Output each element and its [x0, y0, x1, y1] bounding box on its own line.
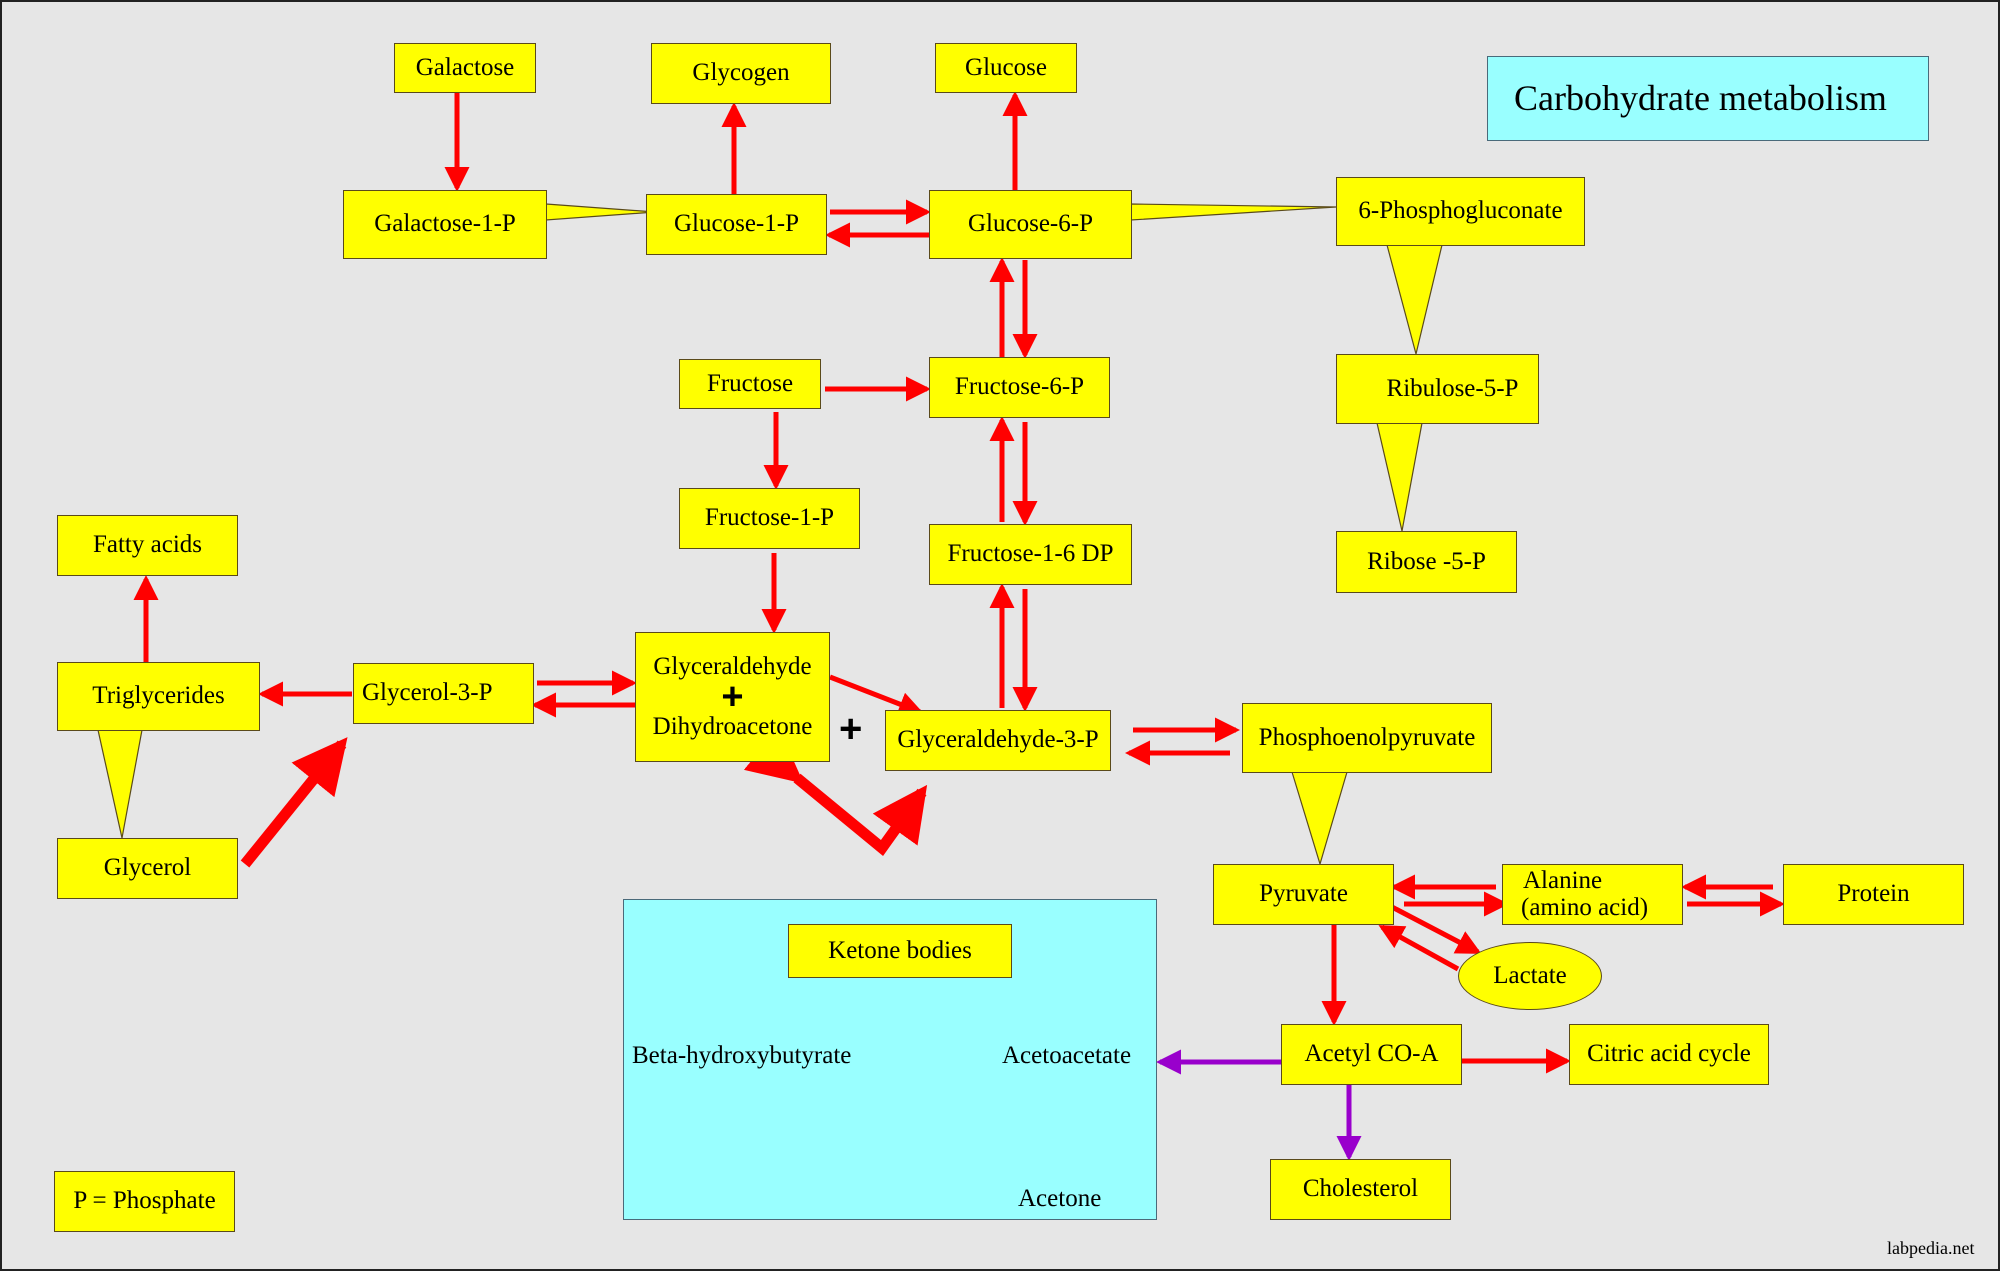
node-fatty-acids: Fatty acids [57, 515, 238, 576]
node-alanine: Alanine (amino acid) [1502, 864, 1683, 925]
node-glucose-1-p: Glucose-1-P [646, 194, 827, 255]
node-fructose-1-p: Fructose-1-P [679, 488, 860, 549]
node-citric-acid-cycle: Citric acid cycle [1569, 1024, 1769, 1085]
node-fructose-1-6-dp: Fructose-1-6 DP [929, 524, 1132, 585]
arrow-dihydroacetone-g3p-reversible [743, 727, 928, 856]
label-beta-hydroxybutyrate: Beta-hydroxybutyrate [632, 1042, 852, 1069]
node-glucose-6-p: Glucose-6-P [929, 190, 1132, 259]
callout-glucose6p-phosphogluconate [1130, 203, 1337, 221]
callout-ribulose-ribose [1376, 422, 1423, 532]
callout-galactose1p-glucose1p [545, 203, 656, 221]
node-glycogen: Glycogen [651, 43, 831, 104]
label-amino-acid: (amino acid) [1521, 893, 1649, 921]
plus-icon: + [839, 707, 863, 751]
node-protein: Protein [1783, 864, 1964, 925]
node-phosphoenolpyruvate: Phosphoenolpyruvate [1242, 703, 1492, 773]
node-glycerol-3-p: Glycerol-3-P [353, 663, 534, 724]
node-ribose-5-p: Ribose -5-P [1336, 531, 1517, 593]
node-6-phosphogluconate: 6-Phosphogluconate [1336, 177, 1585, 246]
label-acetoacetate: Acetoacetate [1002, 1042, 1132, 1069]
label-dihydroacetone: Dihydroacetone [652, 713, 813, 740]
arrow-pyruvate-to-lactate [1390, 904, 1482, 955]
node-galactose: Galactose [394, 43, 536, 93]
label-alanine: Alanine [1523, 867, 1603, 895]
node-fructose: Fructose [679, 359, 821, 409]
label-acetone: Acetone [1018, 1185, 1102, 1212]
node-glyceraldehyde-3-p: Glyceraldehyde-3-P [885, 710, 1111, 771]
node-glyceraldehyde-dihydroacetone: Glyceraldehyde + Dihydroacetone [635, 632, 830, 762]
node-lactate: Lactate [1458, 942, 1602, 1010]
plus-icon: + [721, 676, 744, 718]
node-triglycerides: Triglycerides [57, 662, 260, 731]
node-acetyl-coa: Acetyl CO-A [1281, 1024, 1462, 1085]
diagram-title: Carbohydrate metabolism [1487, 56, 1929, 141]
carbohydrate-metabolism-diagram: Carbohydrate metabolism Galactose Glycog… [0, 0, 2000, 1271]
node-glycerol: Glycerol [57, 838, 238, 899]
node-fructose-6-p: Fructose-6-P [929, 357, 1110, 418]
node-galactose-1-p: Galactose-1-P [343, 190, 547, 259]
callout-pep-pyruvate [1291, 771, 1348, 867]
node-pyruvate: Pyruvate [1213, 864, 1394, 925]
node-ketone-bodies: Ketone bodies [788, 924, 1012, 978]
node-cholesterol: Cholesterol [1270, 1159, 1451, 1220]
node-glucose: Glucose [935, 43, 1077, 93]
watermark: labpedia.net [1887, 1238, 1975, 1258]
callout-triglycerides-glycerol [97, 729, 143, 839]
legend-phosphate: P = Phosphate [54, 1171, 235, 1232]
node-ribulose-5-p: Ribulose-5-P [1336, 354, 1539, 424]
arrow-glycerol-to-glycerol3p [240, 737, 348, 868]
callout-phosphogluconate-ribulose [1386, 244, 1443, 355]
